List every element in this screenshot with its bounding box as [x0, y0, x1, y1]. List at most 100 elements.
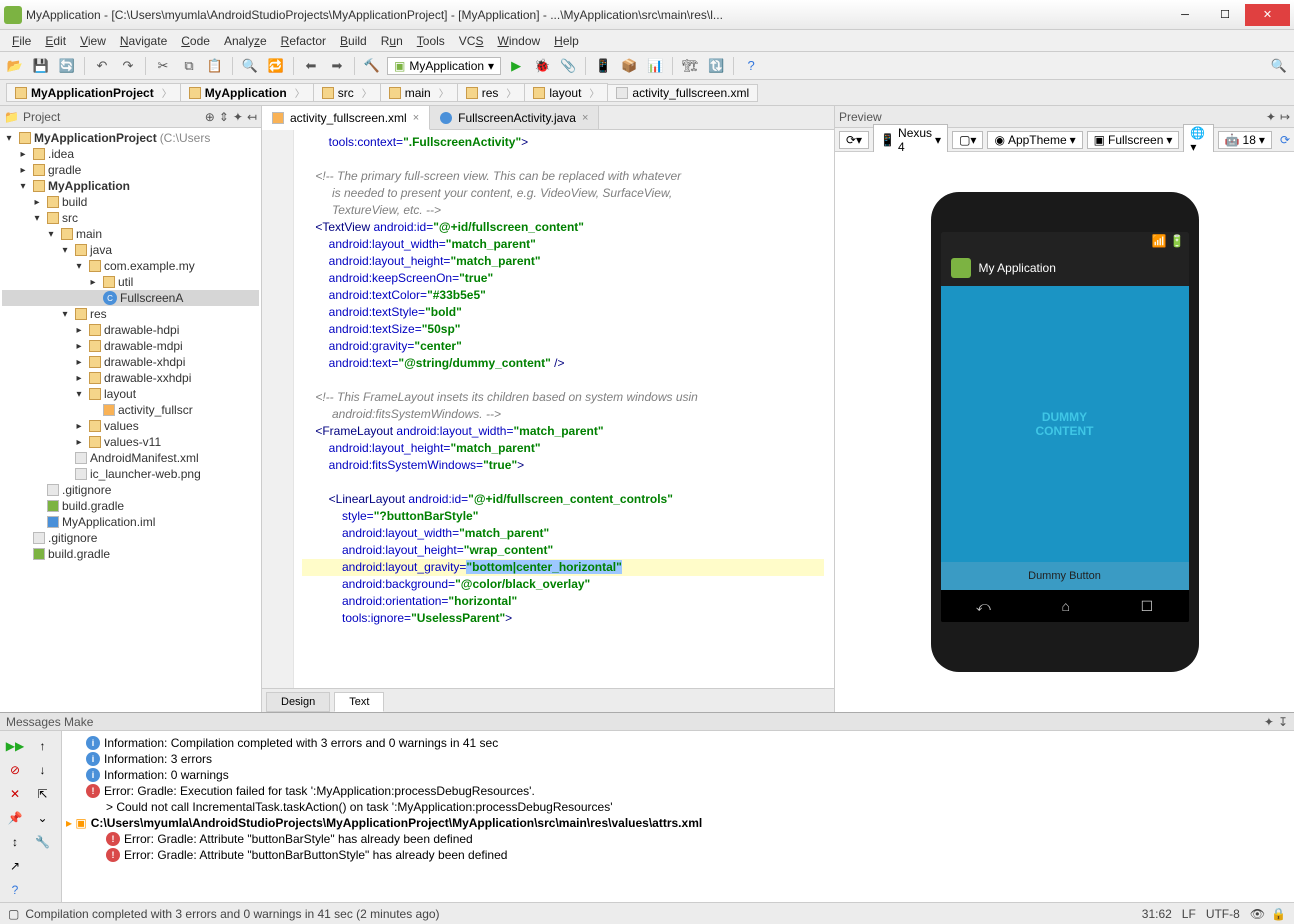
- message-item[interactable]: iInformation: Compilation completed with…: [66, 735, 1290, 751]
- save-icon[interactable]: 💾: [30, 55, 52, 77]
- close-button[interactable]: ✕: [1245, 4, 1290, 26]
- paste-icon[interactable]: 📋: [204, 55, 226, 77]
- locale-button[interactable]: 🌐▾: [1183, 124, 1213, 156]
- wrench-icon[interactable]: 🔧: [32, 831, 54, 853]
- insp-icon[interactable]: 👁: [1250, 907, 1265, 921]
- breadcrumb-item[interactable]: res: [457, 83, 526, 102]
- tab-fullscreen-activity[interactable]: FullscreenActivity.java ×: [430, 106, 599, 129]
- text-tab[interactable]: Text: [334, 692, 384, 712]
- message-item[interactable]: !Error: Gradle: Attribute "buttonBarButt…: [66, 847, 1290, 863]
- theme-combo[interactable]: ◉ AppTheme▾: [987, 131, 1082, 149]
- down-icon[interactable]: ↓: [32, 759, 54, 781]
- menu-file[interactable]: File: [6, 32, 37, 50]
- minimize-button[interactable]: ─: [1165, 4, 1205, 26]
- make-icon[interactable]: 🔨: [361, 55, 383, 77]
- run-icon[interactable]: ▶: [505, 55, 527, 77]
- config-combo[interactable]: ▣ Fullscreen▾: [1087, 131, 1180, 149]
- dummy-button[interactable]: Dummy Button: [941, 562, 1189, 590]
- cursor-position[interactable]: 31:62: [1142, 907, 1172, 921]
- back-icon[interactable]: ⬅: [300, 55, 322, 77]
- gear-icon[interactable]: ✦: [1266, 110, 1276, 124]
- encoding[interactable]: UTF-8: [1206, 907, 1240, 921]
- message-item[interactable]: !Error: Gradle: Execution failed for tas…: [66, 783, 1290, 799]
- undo-icon[interactable]: ↶: [91, 55, 113, 77]
- stop-icon[interactable]: ⊘: [4, 759, 26, 781]
- menu-vcs[interactable]: VCS: [453, 32, 490, 50]
- sdk-icon[interactable]: 📦: [618, 55, 640, 77]
- breadcrumb-item[interactable]: layout: [524, 83, 608, 102]
- project-tree[interactable]: ▾ MyApplicationProject (C:\Users ▸ .idea…: [0, 128, 261, 712]
- device-combo[interactable]: 📱 Nexus 4▾: [873, 124, 948, 156]
- sync-gradle-icon[interactable]: 🔃: [705, 55, 727, 77]
- menu-refactor[interactable]: Refactor: [275, 32, 332, 50]
- search-everywhere-icon[interactable]: 🔍: [1268, 55, 1290, 77]
- gear-icon[interactable]: ✦: [1264, 715, 1274, 729]
- open-icon[interactable]: 📂: [4, 55, 26, 77]
- viewport-button[interactable]: ▢▾: [952, 131, 983, 149]
- attach-icon[interactable]: 📎: [557, 55, 579, 77]
- help-icon[interactable]: ?: [4, 879, 26, 901]
- home-icon[interactable]: ⌂: [1061, 598, 1069, 614]
- structure-icon[interactable]: 🏗: [679, 55, 701, 77]
- menu-build[interactable]: Build: [334, 32, 373, 50]
- hide-icon[interactable]: ↦: [1280, 110, 1290, 124]
- close-icon[interactable]: ✕: [4, 783, 26, 805]
- message-item[interactable]: > Could not call IncrementalTask.taskAct…: [66, 799, 1290, 815]
- menu-code[interactable]: Code: [175, 32, 216, 50]
- debug-icon[interactable]: 🐞: [531, 55, 553, 77]
- sync-icon[interactable]: 🔄: [56, 55, 78, 77]
- up-icon[interactable]: ↑: [32, 735, 54, 757]
- export2-icon[interactable]: ↗: [4, 855, 26, 877]
- rerun-icon[interactable]: ▶▶: [4, 735, 26, 757]
- cut-icon[interactable]: ✂: [152, 55, 174, 77]
- breadcrumb-item[interactable]: MyApplicationProject: [6, 83, 181, 102]
- hide-icon[interactable]: ↤: [247, 110, 257, 124]
- menu-navigate[interactable]: Navigate: [114, 32, 173, 50]
- api-combo[interactable]: 🤖 18▾: [1218, 131, 1272, 149]
- pin-icon[interactable]: 📌: [4, 807, 26, 829]
- close-icon[interactable]: ×: [582, 112, 588, 124]
- breadcrumb-item[interactable]: activity_fullscreen.xml: [607, 84, 758, 102]
- export-icon[interactable]: ⇱: [32, 783, 54, 805]
- menu-tools[interactable]: Tools: [411, 32, 451, 50]
- expand-icon[interactable]: ↕: [4, 831, 26, 853]
- messages-list[interactable]: iInformation: Compilation completed with…: [62, 731, 1294, 902]
- help-icon[interactable]: ?: [740, 55, 762, 77]
- monitor-icon[interactable]: 📊: [644, 55, 666, 77]
- orientation-button[interactable]: ⟳▾: [839, 131, 869, 149]
- menu-view[interactable]: View: [74, 32, 112, 50]
- recents-icon[interactable]: ☐: [1141, 598, 1154, 615]
- breadcrumb-item[interactable]: main: [380, 83, 458, 102]
- breadcrumb-item[interactable]: src: [313, 83, 381, 102]
- lock-icon[interactable]: 🔒: [1271, 907, 1286, 921]
- refresh-icon[interactable]: ⟳: [1280, 133, 1290, 147]
- line-separator[interactable]: LF: [1182, 907, 1196, 921]
- menu-window[interactable]: Window: [491, 32, 546, 50]
- target-icon[interactable]: ⊕: [205, 110, 215, 124]
- hide-icon[interactable]: ↧: [1278, 715, 1288, 729]
- filter-icon[interactable]: ⌄: [32, 807, 54, 829]
- message-item[interactable]: !Error: Gradle: Attribute "buttonBarStyl…: [66, 831, 1290, 847]
- avd-icon[interactable]: 📱: [592, 55, 614, 77]
- maximize-button[interactable]: ☐: [1205, 4, 1245, 26]
- forward-icon[interactable]: ➡: [326, 55, 348, 77]
- find-icon[interactable]: 🔍: [239, 55, 261, 77]
- redo-icon[interactable]: ↷: [117, 55, 139, 77]
- message-item[interactable]: iInformation: 0 warnings: [66, 767, 1290, 783]
- tab-activity-fullscreen[interactable]: activity_fullscreen.xml ×: [262, 106, 430, 130]
- message-item[interactable]: iInformation: 3 errors: [66, 751, 1290, 767]
- run-config-combo[interactable]: ▣ MyApplication ▾: [387, 57, 501, 75]
- menu-analyze[interactable]: Analyze: [218, 32, 273, 50]
- menu-help[interactable]: Help: [548, 32, 585, 50]
- breadcrumb-item[interactable]: MyApplication: [180, 83, 314, 102]
- replace-icon[interactable]: 🔁: [265, 55, 287, 77]
- code-editor[interactable]: tools:context=".FullscreenActivity"> <!-…: [262, 130, 834, 688]
- collapse-icon[interactable]: ⇕: [219, 110, 229, 124]
- copy-icon[interactable]: ⧉: [178, 55, 200, 77]
- gear-icon[interactable]: ✦: [233, 110, 243, 124]
- menu-run[interactable]: Run: [375, 32, 409, 50]
- back-icon[interactable]: ⤺: [976, 598, 991, 615]
- message-item[interactable]: ▸ ▣ C:\Users\myumla\AndroidStudioProject…: [66, 815, 1290, 831]
- menu-edit[interactable]: Edit: [39, 32, 72, 50]
- close-icon[interactable]: ×: [413, 112, 419, 124]
